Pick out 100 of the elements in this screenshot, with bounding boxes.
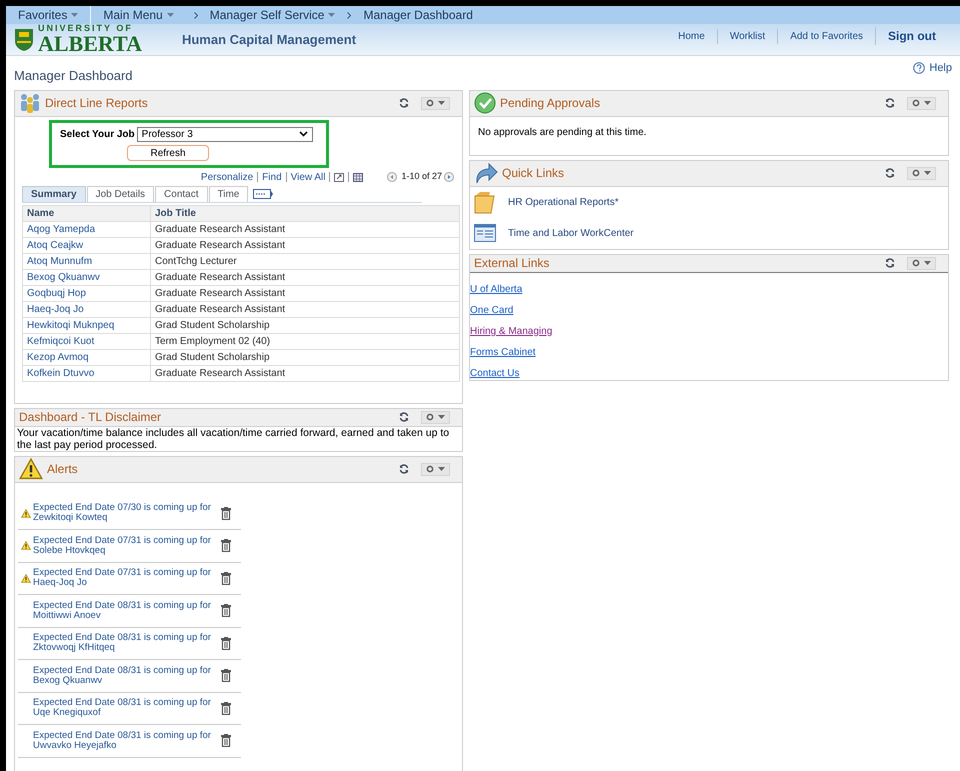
caret-icon bbox=[438, 467, 445, 471]
pager-text: 1-10 of 27 bbox=[401, 170, 442, 184]
grid-link[interactable]: Personalize bbox=[200, 170, 254, 184]
external-link[interactable]: Hiring & Managing bbox=[470, 324, 552, 338]
employee-name-link[interactable]: Bexog Qkuanwv bbox=[22, 269, 150, 285]
trash-icon[interactable] bbox=[221, 539, 231, 552]
employee-name-link[interactable]: Goqbuqj Hop bbox=[22, 285, 150, 301]
employee-name-link[interactable]: Kefmiqcoi Kuot bbox=[22, 333, 150, 349]
table-cell: Term Employment 02 (40) bbox=[150, 333, 460, 349]
page-title: Manager Dashboard bbox=[14, 67, 133, 85]
help-icon bbox=[913, 62, 926, 74]
panel-title: Pending Approvals bbox=[500, 95, 600, 112]
employee-name-link[interactable]: Atoq Munnufm bbox=[22, 253, 150, 269]
help-link[interactable]: Help bbox=[913, 60, 952, 76]
external-link[interactable]: U of Alberta bbox=[470, 282, 522, 296]
settings-menu-button[interactable] bbox=[421, 462, 450, 476]
next-icon[interactable] bbox=[444, 172, 454, 182]
settings-menu-button[interactable] bbox=[421, 96, 450, 110]
grid-link[interactable]: Find bbox=[262, 170, 282, 184]
warning-icon bbox=[20, 574, 30, 583]
trash-icon[interactable] bbox=[221, 669, 231, 682]
caret-icon bbox=[166, 13, 174, 17]
job-select[interactable]: Professor 3 bbox=[136, 126, 313, 142]
table-cell: Graduate Research Assistant bbox=[150, 269, 460, 285]
caret-icon bbox=[438, 101, 445, 105]
external-link[interactable]: One Card bbox=[470, 304, 514, 316]
people-icon bbox=[19, 93, 41, 113]
header-link[interactable]: Sign out bbox=[875, 27, 948, 45]
settings-menu-button[interactable] bbox=[907, 96, 936, 110]
external-link[interactable]: Contact Us bbox=[470, 366, 520, 380]
employee-name-link[interactable]: Aqog Yamepda bbox=[22, 221, 150, 237]
alert-link[interactable]: Expected End Date 08/31 is coming up for Moittiwwi Anoev bbox=[33, 600, 221, 621]
table-cell: Graduate Research Assistant bbox=[150, 285, 460, 301]
warning-icon bbox=[19, 458, 43, 480]
caret-icon bbox=[328, 13, 336, 17]
caret-icon bbox=[924, 261, 931, 265]
table-cell: Graduate Research Assistant bbox=[150, 237, 460, 253]
zoom-window-icon[interactable] bbox=[334, 172, 344, 182]
grid-tab[interactable]: Job Details bbox=[86, 186, 154, 202]
grid-tab[interactable]: Time bbox=[208, 186, 248, 202]
table-cell: ContTchg Lecturer bbox=[150, 253, 460, 269]
refresh-icon[interactable] bbox=[399, 98, 409, 108]
refresh-icon[interactable] bbox=[399, 412, 409, 422]
spreadsheet-icon[interactable] bbox=[353, 172, 364, 182]
alert-link[interactable]: Expected End Date 08/31 is coming up for Uqe Knegiquxof bbox=[33, 698, 221, 718]
employee-name-link[interactable]: Atoq Ceajkw bbox=[22, 237, 150, 253]
show-all-columns-icon[interactable] bbox=[253, 188, 274, 200]
previous-icon[interactable] bbox=[387, 172, 398, 182]
trash-icon[interactable] bbox=[221, 636, 231, 650]
trash-icon[interactable] bbox=[221, 702, 231, 715]
header-link[interactable]: Worklist bbox=[716, 28, 778, 44]
column-header: Job Title bbox=[150, 205, 460, 221]
alert-link[interactable]: Expected End Date 08/31 is coming up for Zktovwoqj KfHitqeq bbox=[33, 633, 221, 654]
trash-icon[interactable] bbox=[221, 734, 231, 748]
employee-name-link[interactable]: Haeq-Joq Jo bbox=[22, 301, 150, 317]
trash-icon[interactable] bbox=[221, 506, 231, 520]
empty-state-text: No approvals are pending at this time. bbox=[477, 126, 648, 140]
panel-title: External Links bbox=[474, 255, 550, 272]
warning-icon bbox=[20, 541, 30, 550]
refresh-icon[interactable] bbox=[399, 464, 409, 474]
settings-menu-button[interactable] bbox=[907, 166, 936, 180]
chevron-icon bbox=[298, 131, 308, 137]
settings-menu-button[interactable] bbox=[907, 256, 936, 270]
refresh-icon[interactable] bbox=[885, 168, 895, 178]
disclaimer-text: Your vacation/time balance includes all vacation/time carried forward, earned and taken up to the last pay period processed. bbox=[16, 426, 450, 450]
breadcrumb-link[interactable]: Manager Self Service bbox=[206, 6, 340, 24]
caret-icon bbox=[924, 101, 931, 105]
table-cell: Graduate Research Assistant bbox=[150, 221, 460, 237]
column-header: Name bbox=[22, 205, 150, 221]
quick-link[interactable]: HR Operational Reports* bbox=[508, 194, 619, 210]
trash-icon[interactable] bbox=[221, 604, 231, 618]
refresh-icon[interactable] bbox=[885, 98, 895, 108]
chevron-right-icon bbox=[194, 12, 198, 18]
alert-link[interactable]: Expected End Date 07/30 is coming up for Zewkitoqi Kowteq bbox=[33, 503, 221, 524]
refresh-button[interactable]: Refresh bbox=[127, 144, 209, 160]
employee-name-link[interactable]: Kezop Avmoq bbox=[22, 349, 150, 365]
alert-link[interactable]: Expected End Date 08/31 is coming up for Bexog Qkuanwv bbox=[33, 666, 221, 686]
curved-arrow-icon bbox=[474, 162, 498, 184]
alert-link[interactable]: Expected End Date 07/31 is coming up for Solebe Htovkqeq bbox=[33, 536, 221, 556]
logo-caption: UNIVERSITY OF bbox=[38, 24, 134, 33]
alert-link[interactable]: Expected End Date 07/31 is coming up for Haeq-Joq Jo bbox=[33, 568, 221, 588]
alert-link[interactable]: Expected End Date 08/31 is coming up for Uwvavko Heyejafko bbox=[33, 730, 221, 751]
field-label: Select Your Job bbox=[60, 128, 135, 142]
grid-link[interactable]: View All bbox=[290, 170, 326, 184]
table-cell: Grad Student Scholarship bbox=[150, 349, 460, 365]
panel-title: Dashboard - TL Disclaimer bbox=[19, 409, 162, 426]
employee-name-link[interactable]: Kofkein Dtuvvo bbox=[22, 365, 150, 381]
refresh-icon[interactable] bbox=[885, 258, 895, 268]
header-link[interactable]: Add to Favorites bbox=[777, 28, 875, 44]
employee-name-link[interactable]: Hewkitoqi Muknpeq bbox=[22, 317, 150, 333]
settings-menu-button[interactable] bbox=[421, 410, 450, 424]
external-link[interactable]: Forms Cabinet bbox=[470, 346, 536, 358]
header-link[interactable]: Home bbox=[666, 28, 717, 44]
grid-tab[interactable]: Summary bbox=[22, 186, 86, 202]
chevron-right-icon bbox=[347, 12, 352, 18]
nav-menu[interactable]: Main Menu bbox=[91, 6, 186, 24]
quick-link[interactable]: Time and Labor WorkCenter bbox=[508, 226, 634, 240]
breadcrumb-link[interactable]: Manager Dashboard bbox=[359, 6, 477, 24]
trash-icon[interactable] bbox=[221, 572, 231, 585]
grid-tab[interactable]: Contact bbox=[155, 186, 208, 202]
